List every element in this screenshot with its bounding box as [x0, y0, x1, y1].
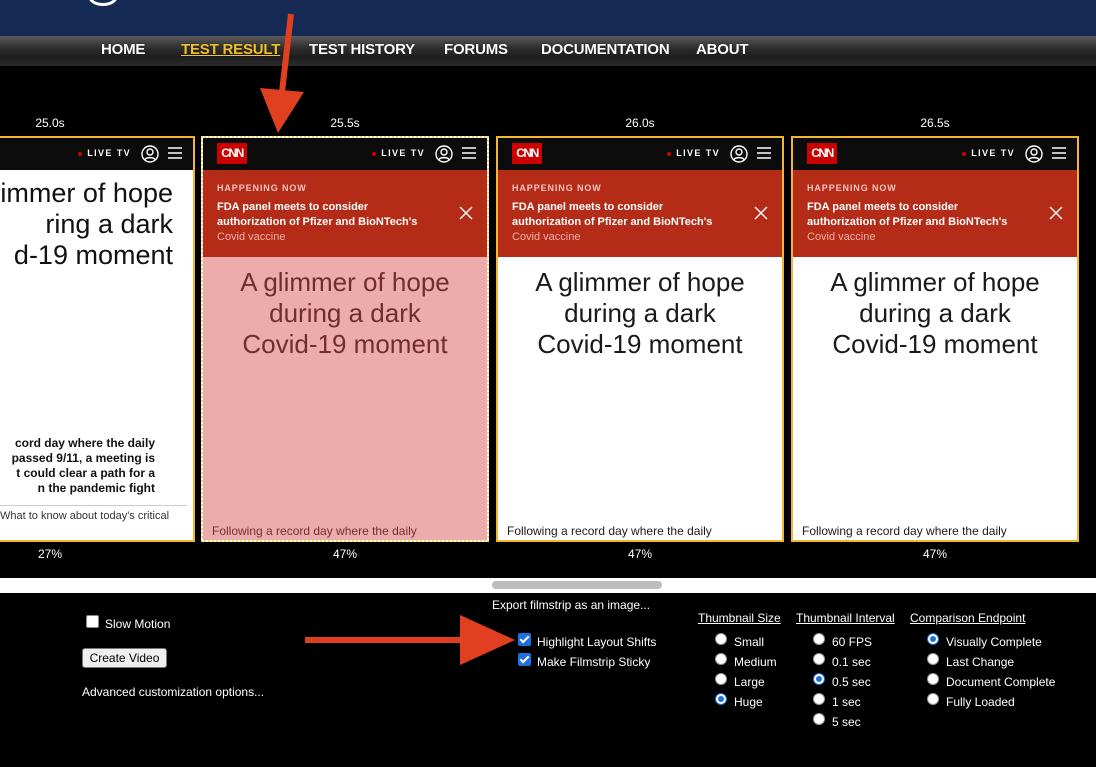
arrow-right-icon: [305, 615, 515, 665]
arrow-down-icon: [260, 13, 304, 133]
annotation-arrows: [260, 13, 515, 665]
